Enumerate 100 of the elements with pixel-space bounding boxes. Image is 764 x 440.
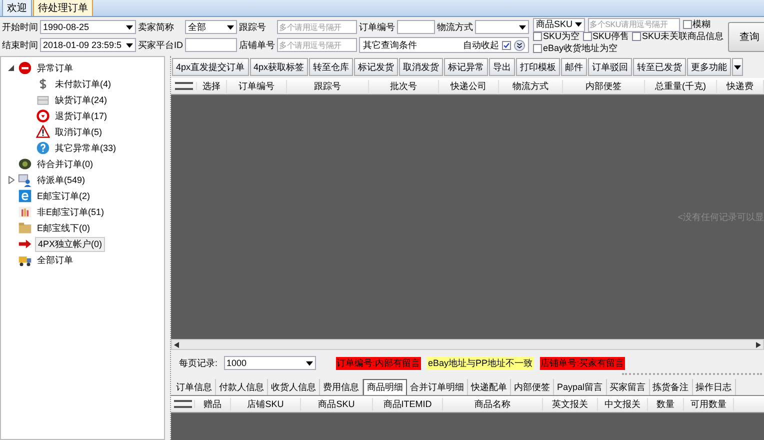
menu-icon[interactable] (174, 400, 192, 408)
toolbar-button[interactable]: 更多功能 (687, 58, 732, 76)
checkbox[interactable] (632, 32, 642, 41)
toolbar-button[interactable]: 标记异常 (444, 58, 488, 76)
tab[interactable]: 待处理订单 (33, 0, 93, 16)
column-header[interactable]: 商品ITEMID (373, 398, 443, 410)
dropdown[interactable]: 商品SKU (533, 18, 585, 32)
toolbar-button[interactable]: 4px获取标签 (250, 58, 308, 76)
tab[interactable]: 欢迎 (2, 0, 32, 16)
tab[interactable]: 内部便签 (511, 379, 554, 395)
tree-item[interactable]: E邮宝线下(0) (35, 222, 92, 234)
column-header[interactable]: 批次号 (369, 80, 439, 92)
tree-item[interactable]: 非E邮宝订单(51) (35, 206, 106, 218)
checkbox[interactable] (582, 32, 592, 41)
input-field[interactable] (397, 20, 435, 34)
tab[interactable]: Paypal留言 (554, 379, 607, 395)
column-header[interactable]: 内部便签 (563, 80, 645, 92)
column-header[interactable]: 可用数量 (684, 398, 734, 410)
tree-item[interactable]: E邮宝订单(2) (35, 190, 92, 202)
return-icon (36, 109, 50, 123)
query-button[interactable]: 查询 (728, 22, 764, 52)
toolbar-button[interactable]: 转至仓库 (309, 58, 354, 76)
toolbar-button[interactable]: 4px直发提交订单 (172, 58, 249, 76)
tree-item[interactable]: 待派单(549) (35, 174, 88, 186)
caret-icon[interactable] (227, 24, 234, 30)
date-field[interactable]: 1990-08-25 (40, 20, 136, 34)
field-label: 开始时间 (2, 20, 38, 34)
tree-item[interactable]: 异常订单 (35, 62, 75, 74)
tab[interactable]: 拣货备注 (650, 379, 693, 395)
column-header[interactable]: 赠品 (195, 398, 231, 410)
stop-icon (18, 61, 32, 75)
tab[interactable]: 买家留言 (606, 379, 650, 395)
tree-item[interactable]: 未付款订单(4) (53, 78, 113, 90)
legend-tag: 订单编号:内部有留言 (336, 356, 422, 370)
tab[interactable]: 收货人信息 (268, 379, 320, 395)
tree-item[interactable]: 缺货订单(24) (53, 94, 110, 106)
column-header[interactable]: 快递费 (717, 80, 764, 92)
dropdown[interactable]: 全部 (185, 20, 237, 34)
date-field[interactable]: 2018-01-09 23:59:5 (40, 38, 136, 52)
menu-icon[interactable] (174, 82, 192, 90)
toolbar-button[interactable]: 标记发货 (354, 58, 398, 76)
tab[interactable]: 订单信息 (173, 379, 216, 395)
column-header[interactable]: 商品名称 (443, 398, 543, 410)
column-header[interactable]: 快递公司 (439, 80, 499, 92)
expand-toggle-icon[interactable] (7, 176, 15, 184)
checkbox[interactable] (682, 20, 692, 29)
checkbox[interactable] (533, 44, 542, 53)
tree-item[interactable]: 全部订单 (35, 254, 75, 266)
input-field[interactable]: 多个请用逗号隔开 (277, 20, 357, 34)
chevron-icon[interactable] (514, 40, 525, 50)
tree-item[interactable]: 待合并订单(0) (35, 158, 95, 170)
toolbar-button[interactable]: 打印模板 (516, 58, 560, 76)
tab[interactable]: 操作日志 (692, 379, 736, 395)
column-header[interactable]: 店铺SKU (231, 398, 301, 410)
caret-icon[interactable] (306, 360, 313, 366)
caret-icon[interactable] (126, 24, 133, 30)
toolbar-button[interactable]: 邮件 (561, 58, 588, 76)
tree-item[interactable]: 退货订单(17) (53, 110, 110, 122)
scroll-right-icon[interactable] (756, 342, 761, 348)
toolbar-button[interactable]: 取消发货 (399, 58, 444, 76)
caret-icon[interactable] (126, 42, 133, 48)
browser-icon (18, 189, 32, 203)
dropdown-button[interactable] (732, 58, 744, 76)
caret-icon[interactable] (574, 22, 582, 27)
tree-item[interactable]: 其它异常单(33) (53, 142, 118, 154)
toolbar-button[interactable]: 导出 (489, 58, 516, 76)
checkbox[interactable] (533, 32, 542, 41)
legend-tag: eBay地址与PP地址不一致 (427, 356, 534, 370)
toolbar-button[interactable]: 订单驳回 (588, 58, 632, 76)
field-label: 订单编号 (359, 20, 395, 34)
field-label: 卖家简称 (138, 20, 175, 34)
column-header[interactable]: 中文报关 (598, 398, 648, 410)
person-icon (18, 173, 32, 187)
column-header[interactable]: 总重量(千克) (645, 80, 717, 92)
column-header[interactable]: 物流方式 (499, 80, 563, 92)
tab[interactable]: 合并订单明细 (407, 379, 468, 395)
input-field[interactable] (185, 38, 237, 52)
scroll-left-icon[interactable] (174, 342, 179, 348)
tree-item[interactable]: 取消订单(5) (53, 126, 104, 138)
scrollbar[interactable] (171, 339, 764, 350)
column-header[interactable]: 跟踪号 (287, 80, 369, 92)
tab[interactable]: 快递配单 (468, 379, 511, 395)
checkbox[interactable] (502, 40, 511, 50)
column-header[interactable]: 数量 (648, 398, 684, 410)
caret-icon[interactable] (519, 24, 526, 30)
expand-toggle-icon[interactable] (7, 64, 15, 72)
column-header[interactable]: 选择 (197, 80, 227, 92)
column-header[interactable]: 商品SKU (301, 398, 373, 410)
tab[interactable]: 付款人信息 (216, 379, 268, 395)
tab[interactable]: 商品明细 (363, 379, 407, 395)
column-header[interactable]: 英文报关 (543, 398, 598, 410)
toolbar-button[interactable]: 转至已发货 (633, 58, 686, 76)
checkbox-label: 模糊 (692, 18, 711, 31)
input-field[interactable]: 多个SKU请用逗号隔开 (588, 18, 680, 32)
input-field[interactable]: 多个请用逗号隔开 (277, 38, 357, 52)
tree-item[interactable]: 4PX独立帐户(0) (35, 236, 106, 252)
dropdown[interactable]: 1000 (224, 356, 316, 370)
help-icon (36, 141, 50, 155)
column-header[interactable]: 订单编号 (227, 80, 287, 92)
caret-icon[interactable] (734, 64, 742, 70)
